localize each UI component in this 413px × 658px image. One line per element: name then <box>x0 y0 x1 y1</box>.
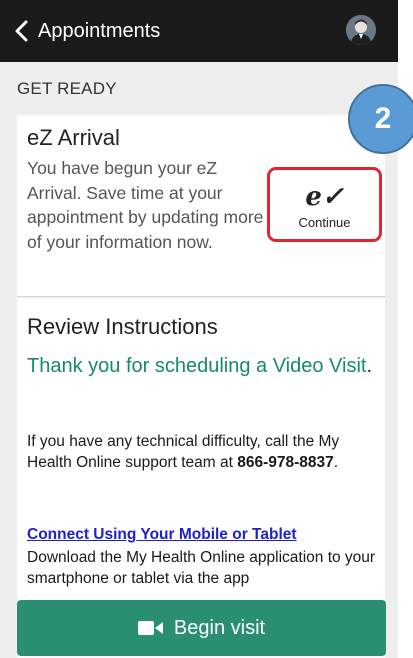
ez-arrival-description: You have begun your eZ Arrival. Save tim… <box>27 158 264 252</box>
thanks-text: Thank you for scheduling a Video Visit <box>27 355 367 377</box>
thanks-message: Thank you for scheduling a Video Visit. <box>27 353 382 380</box>
header-title: Appointments <box>38 19 161 42</box>
thanks-punct: . <box>366 355 373 377</box>
video-camera-icon <box>137 621 163 635</box>
section-heading: GET READY <box>17 79 117 98</box>
app-screen: Appointments GET READY eZ Arrival You ha… <box>0 0 398 658</box>
support-text: If you have any technical difficulty, ca… <box>27 431 382 473</box>
chevron-left-icon <box>15 20 28 42</box>
ez-arrival-title: eZ Arrival <box>27 125 120 150</box>
support-end: . <box>333 454 339 471</box>
back-button[interactable]: Appointments <box>0 0 160 62</box>
step-badge: 2 <box>348 84 413 154</box>
review-title: Review Instructions <box>27 314 218 339</box>
download-instructions: Download the My Health Online applicatio… <box>27 549 376 587</box>
continue-label: Continue <box>298 215 351 230</box>
begin-visit-button[interactable]: Begin visit <box>17 600 386 656</box>
ez-arrival-card: eZ Arrival You have begun your eZ Arriva… <box>17 115 385 297</box>
support-phone[interactable]: 866-978-8837 <box>237 454 334 471</box>
step-number: 2 <box>374 102 392 135</box>
connect-mobile-link[interactable]: Connect Using Your Mobile or Tablet <box>27 526 297 544</box>
app-header: Appointments <box>0 0 398 62</box>
continue-button[interactable]: e✓ Continue <box>267 167 382 242</box>
e-check-icon: e✓ <box>305 182 344 212</box>
avatar-image <box>346 15 376 45</box>
begin-visit-label: Begin visit <box>173 616 266 639</box>
user-avatar[interactable] <box>346 15 376 45</box>
